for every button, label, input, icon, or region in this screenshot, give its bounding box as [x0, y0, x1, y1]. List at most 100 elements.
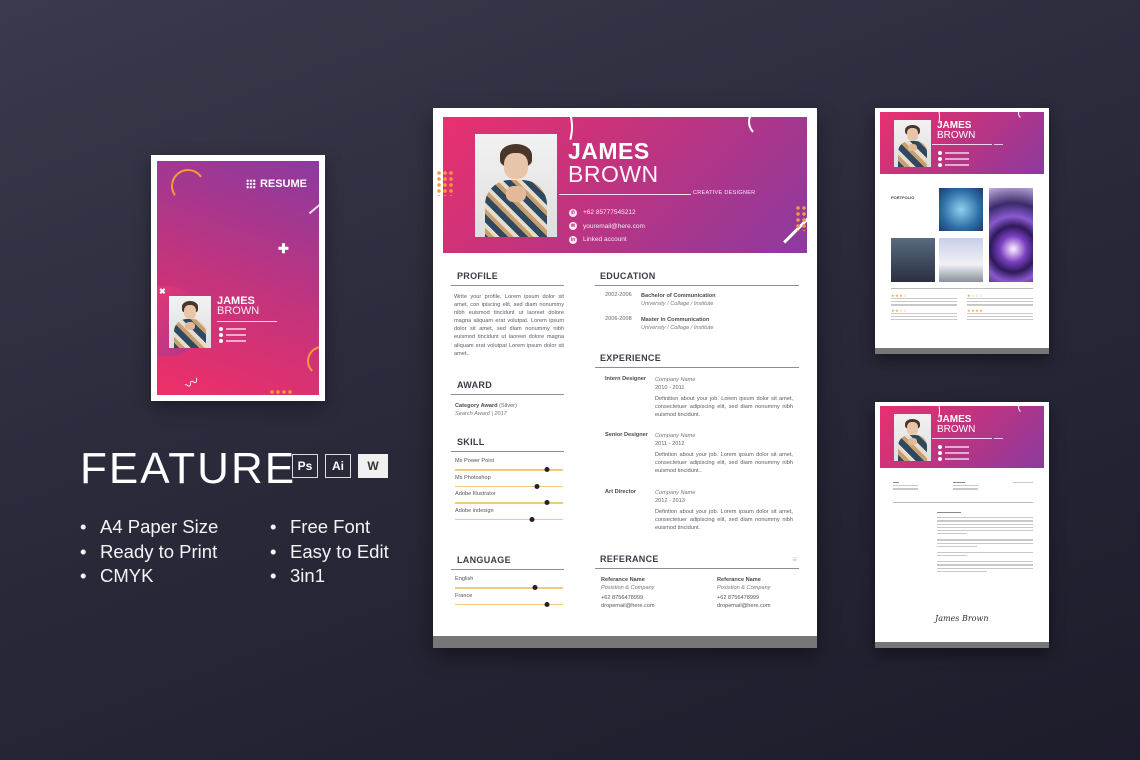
- education-years: 2006-2008: [605, 316, 632, 322]
- section-heading: LANGUAGE: [451, 555, 564, 570]
- experience-desc: Definition about your job. Lorem ipsum d…: [655, 396, 793, 419]
- language-bar: [455, 585, 563, 591]
- divider: [891, 288, 1033, 289]
- photoshop-icon: Ps: [292, 454, 318, 478]
- divider: [932, 144, 992, 145]
- word-icon: W: [358, 454, 388, 478]
- language-label: France: [455, 592, 473, 599]
- feature-item: Free Font: [270, 515, 389, 540]
- reference-item: Referance Name Posistion & Company +62 8…: [717, 576, 771, 610]
- contact-phone: ✆ +62 85777545212: [569, 206, 645, 220]
- mini-photo: [894, 414, 931, 461]
- reference-phone: +62 8756478999: [717, 595, 760, 601]
- dots-decoration: [436, 170, 454, 196]
- skill-item: Ms Photoshop: [455, 475, 564, 489]
- dots-decoration: [269, 389, 293, 395]
- feature-item: A4 Paper Size: [80, 515, 218, 540]
- skill-item: Adobe Illustrator: [455, 491, 564, 506]
- resume-photo: [475, 134, 557, 237]
- signature: James Brown: [935, 614, 989, 623]
- last-name: BROWN: [937, 424, 976, 435]
- reference-name: Referance Name: [601, 577, 645, 583]
- skill-bar: [455, 483, 563, 489]
- experience-years: 2012 - 2013: [655, 497, 685, 504]
- experience-section: EXPERIENCE Intern Designer Company Name 2…: [595, 353, 799, 532]
- cover-letter-page-preview: JAMES BROWN ▬▬▬ James Brown: [875, 402, 1049, 648]
- skill-knob: [544, 467, 550, 473]
- skill-item: Adobe indesign: [455, 507, 564, 522]
- experience-company: Company Name: [655, 433, 696, 440]
- experience-list: Intern Designer Company Name 2010 - 2011 D…: [595, 376, 799, 532]
- cover-photo: [169, 296, 211, 348]
- mini-photo: [894, 120, 931, 167]
- experience-company: Company Name: [655, 489, 696, 496]
- profile-photo: [169, 296, 211, 348]
- cover-contacts: [219, 327, 246, 345]
- skill-list: Ms Power Point Ms Photoshop Adobe Illust…: [451, 458, 564, 522]
- education-school: University / Collage / Institute: [641, 301, 714, 307]
- illustrator-icon: Ai: [325, 454, 351, 478]
- reference-section: REFERANCE ≡ Referance Name Posistion & C…: [595, 554, 799, 624]
- language-knob: [544, 601, 550, 607]
- portfolio-image: [891, 238, 935, 282]
- reference-email: dropemail@here.com: [601, 603, 655, 609]
- portfolio-image: [989, 188, 1033, 282]
- arc-decoration: [748, 117, 778, 137]
- contact-list: [938, 444, 969, 462]
- skill-label: Ms Power Point: [455, 458, 495, 464]
- language-item: France: [455, 592, 564, 607]
- cover-background: RESUME ✚ ✖ JAMES BROWN 〰: [157, 161, 319, 395]
- education-years: 2002-2006: [605, 292, 632, 298]
- dots-decoration: [795, 205, 807, 231]
- zigzag-decoration: 〰: [181, 372, 203, 394]
- language-bar: [455, 601, 563, 607]
- section-heading: PROFILE: [451, 271, 564, 286]
- arc-decoration: [1018, 406, 1032, 414]
- last-name: BROWN: [568, 161, 659, 187]
- skill-label: Adobe indesign: [455, 507, 494, 514]
- section-heading: EDUCATION: [595, 271, 799, 286]
- award-section: AWARD Category Award (Silver) Search Awa…: [451, 380, 564, 418]
- skill-knob: [534, 483, 540, 489]
- job-title: ▬▬▬: [994, 142, 1003, 146]
- feature-item: Easy to Edit: [270, 540, 389, 565]
- arc-decoration: [307, 346, 319, 376]
- linkedin-icon: in: [569, 235, 577, 244]
- resume-page-preview: JAMES BROWN CREATIVE DESIGNER ✆ +62 85777…: [433, 108, 817, 648]
- experience-role: Senior Designer: [605, 432, 648, 439]
- job-title: CREATIVE DESIGNER: [693, 190, 756, 196]
- experience-item: Art Director Company Name 2012 - 2013 Defi…: [595, 489, 799, 532]
- language-list: English France: [451, 576, 564, 607]
- skill-knob: [544, 500, 550, 506]
- skill-bar: [455, 500, 563, 506]
- skill-bar: [455, 467, 563, 473]
- feature-list-left: A4 Paper Size Ready to Print CMYK: [80, 515, 218, 589]
- section-heading: EXPERIENCE: [595, 353, 799, 368]
- experience-years: 2011 - 2012: [655, 441, 685, 448]
- skill-knob: [529, 516, 535, 522]
- contact-list: ✆ +62 85777545212 ✉ youremail@here.com in L…: [569, 206, 645, 247]
- reference-position: Posistion & Company: [601, 585, 655, 591]
- resume-header: JAMES BROWN CREATIVE DESIGNER ✆ +62 85777…: [443, 117, 807, 253]
- language-knob: [532, 585, 538, 591]
- section-heading: AWARD: [451, 380, 564, 395]
- education-item: 2006-2008 Master in Communication Univers…: [595, 316, 799, 332]
- skill-section: SKILL Ms Power Point Ms Photoshop Adobe …: [451, 437, 564, 522]
- education-degree: Bachelor of Communication: [641, 293, 716, 299]
- skill-item: Ms Power Point: [455, 458, 564, 473]
- letter-address-block: [893, 482, 1033, 492]
- profile-photo: [894, 120, 931, 167]
- experience-desc: Defintion about your job. Lorem ipsum do…: [655, 452, 793, 475]
- divider: [893, 502, 1033, 503]
- feature-item: Ready to Print: [80, 540, 218, 565]
- divider: [932, 438, 992, 439]
- reference-email: dropemail@here.com: [717, 603, 771, 609]
- portfolio-image: [939, 188, 983, 231]
- feature-title: FEATURE: [80, 444, 297, 493]
- experience-years: 2010 - 2011: [655, 385, 685, 391]
- reference-position: Posistion & Company: [717, 585, 771, 591]
- email-icon: ✉: [569, 222, 577, 231]
- cover-name: JAMES BROWN: [217, 296, 259, 317]
- phone-icon: ✆: [569, 208, 577, 217]
- feature-item: CMYK: [80, 564, 218, 589]
